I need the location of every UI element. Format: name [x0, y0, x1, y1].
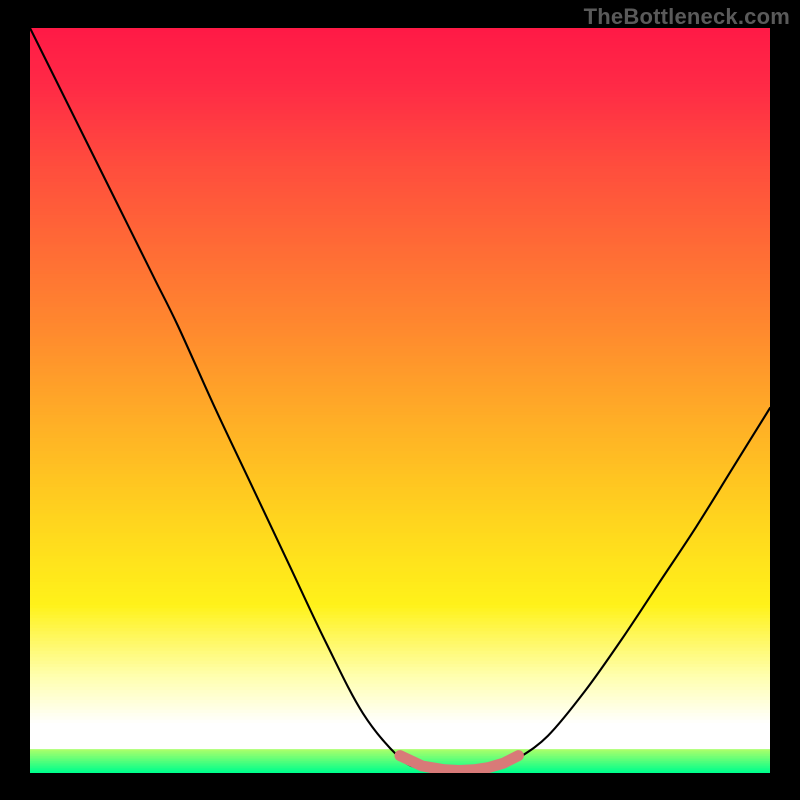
gradient-background — [30, 28, 770, 750]
chart-frame: TheBottleneck.com — [0, 0, 800, 800]
chart-svg — [30, 28, 770, 773]
bottleneck-chart — [30, 28, 770, 773]
watermark-text: TheBottleneck.com — [584, 4, 790, 30]
